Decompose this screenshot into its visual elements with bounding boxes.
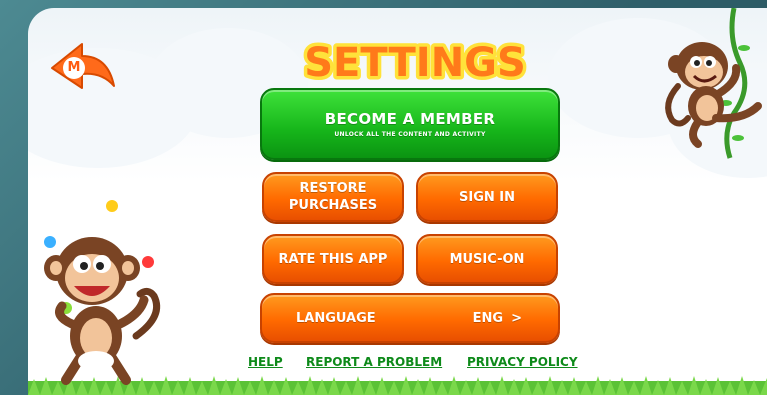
- become-member-button[interactable]: BECOME A MEMBER UNLOCK ALL THE CONTENT A…: [260, 88, 560, 160]
- back-arrow-icon: [51, 43, 115, 89]
- vine-monkey-illustration: [665, 8, 762, 159]
- sign-in-label: SIGN IN: [459, 189, 515, 205]
- juggling-ball: [106, 200, 118, 212]
- page-title: SETTINGS: [301, 37, 530, 90]
- back-button[interactable]: M: [48, 42, 118, 98]
- language-value: ENG: [472, 310, 504, 326]
- rate-label: RATE THIS APP: [278, 251, 388, 267]
- sign-in-button[interactable]: SIGN IN: [416, 172, 558, 222]
- restore-label-line1: RESTORE: [299, 181, 367, 196]
- report-problem-link[interactable]: REPORT A PROBLEM: [306, 355, 442, 369]
- privacy-policy-link[interactable]: PRIVACY POLICY: [467, 355, 578, 369]
- settings-panel: M SETTINGS BECOME A MEMBER UNLOCK ALL TH…: [28, 8, 767, 395]
- rate-app-button[interactable]: RATE THIS APP: [262, 234, 404, 284]
- help-link[interactable]: HELP: [248, 355, 283, 369]
- music-toggle-button[interactable]: MUSIC-ON: [416, 234, 558, 284]
- restore-purchases-button[interactable]: RESTORE PURCHASES: [262, 172, 404, 222]
- language-value-group: ENG >: [473, 310, 522, 327]
- juggling-ball: [142, 256, 154, 268]
- member-sublabel: UNLOCK ALL THE CONTENT AND ACTIVITY: [334, 131, 486, 138]
- chevron-right-icon: >: [511, 310, 522, 326]
- page-title-text: SETTINGS: [304, 40, 526, 86]
- juggling-monkey-illustration: [44, 200, 161, 385]
- footer-links: HELP REPORT A PROBLEM PRIVACY POLICY: [248, 355, 608, 373]
- member-label: BECOME A MEMBER: [324, 110, 496, 128]
- music-label: MUSIC-ON: [449, 251, 525, 267]
- juggling-ball: [44, 236, 56, 248]
- back-badge-letter: M: [67, 60, 81, 75]
- language-label: LANGUAGE: [296, 310, 376, 326]
- restore-label-line2: PURCHASES: [288, 198, 378, 213]
- language-button[interactable]: LANGUAGE ENG >: [260, 293, 560, 343]
